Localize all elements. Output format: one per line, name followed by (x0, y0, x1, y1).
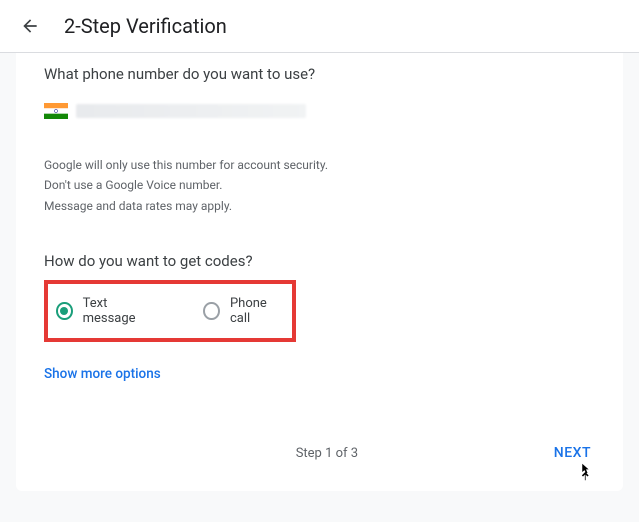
cursor-pointer-icon (577, 463, 595, 485)
radio-unselected-icon (203, 302, 220, 320)
india-flag-icon (44, 103, 68, 119)
back-button[interactable] (20, 16, 40, 36)
disclaimer-line-3: Message and data rates may apply. (44, 196, 595, 216)
codes-question: How do you want to get codes? (44, 252, 595, 270)
disclaimer-line-2: Don't use a Google Voice number. (44, 175, 595, 195)
radio-group-highlight: Text message Phone call (44, 280, 296, 342)
page-header: 2-Step Verification (0, 0, 639, 53)
footer-row: Step 1 of 3 NEXT (44, 439, 595, 467)
phone-number-redacted (76, 104, 306, 118)
phone-input-row[interactable] (44, 103, 595, 119)
arrow-left-icon (20, 16, 40, 36)
radio-label-call: Phone call (230, 296, 284, 326)
radio-label-text: Text message (83, 296, 156, 326)
radio-selected-icon (56, 302, 73, 320)
page-title: 2-Step Verification (64, 14, 227, 38)
main-card: What phone number do you want to use? Go… (16, 53, 623, 491)
step-indicator: Step 1 of 3 (104, 446, 550, 461)
show-more-options-link[interactable]: Show more options (44, 366, 595, 382)
disclaimer-line-1: Google will only use this number for acc… (44, 155, 595, 175)
next-button-label: NEXT (554, 445, 591, 461)
phone-question: What phone number do you want to use? (44, 65, 595, 83)
next-button[interactable]: NEXT (550, 439, 595, 467)
radio-text-message[interactable]: Text message (56, 296, 155, 326)
radio-phone-call[interactable]: Phone call (203, 296, 284, 326)
